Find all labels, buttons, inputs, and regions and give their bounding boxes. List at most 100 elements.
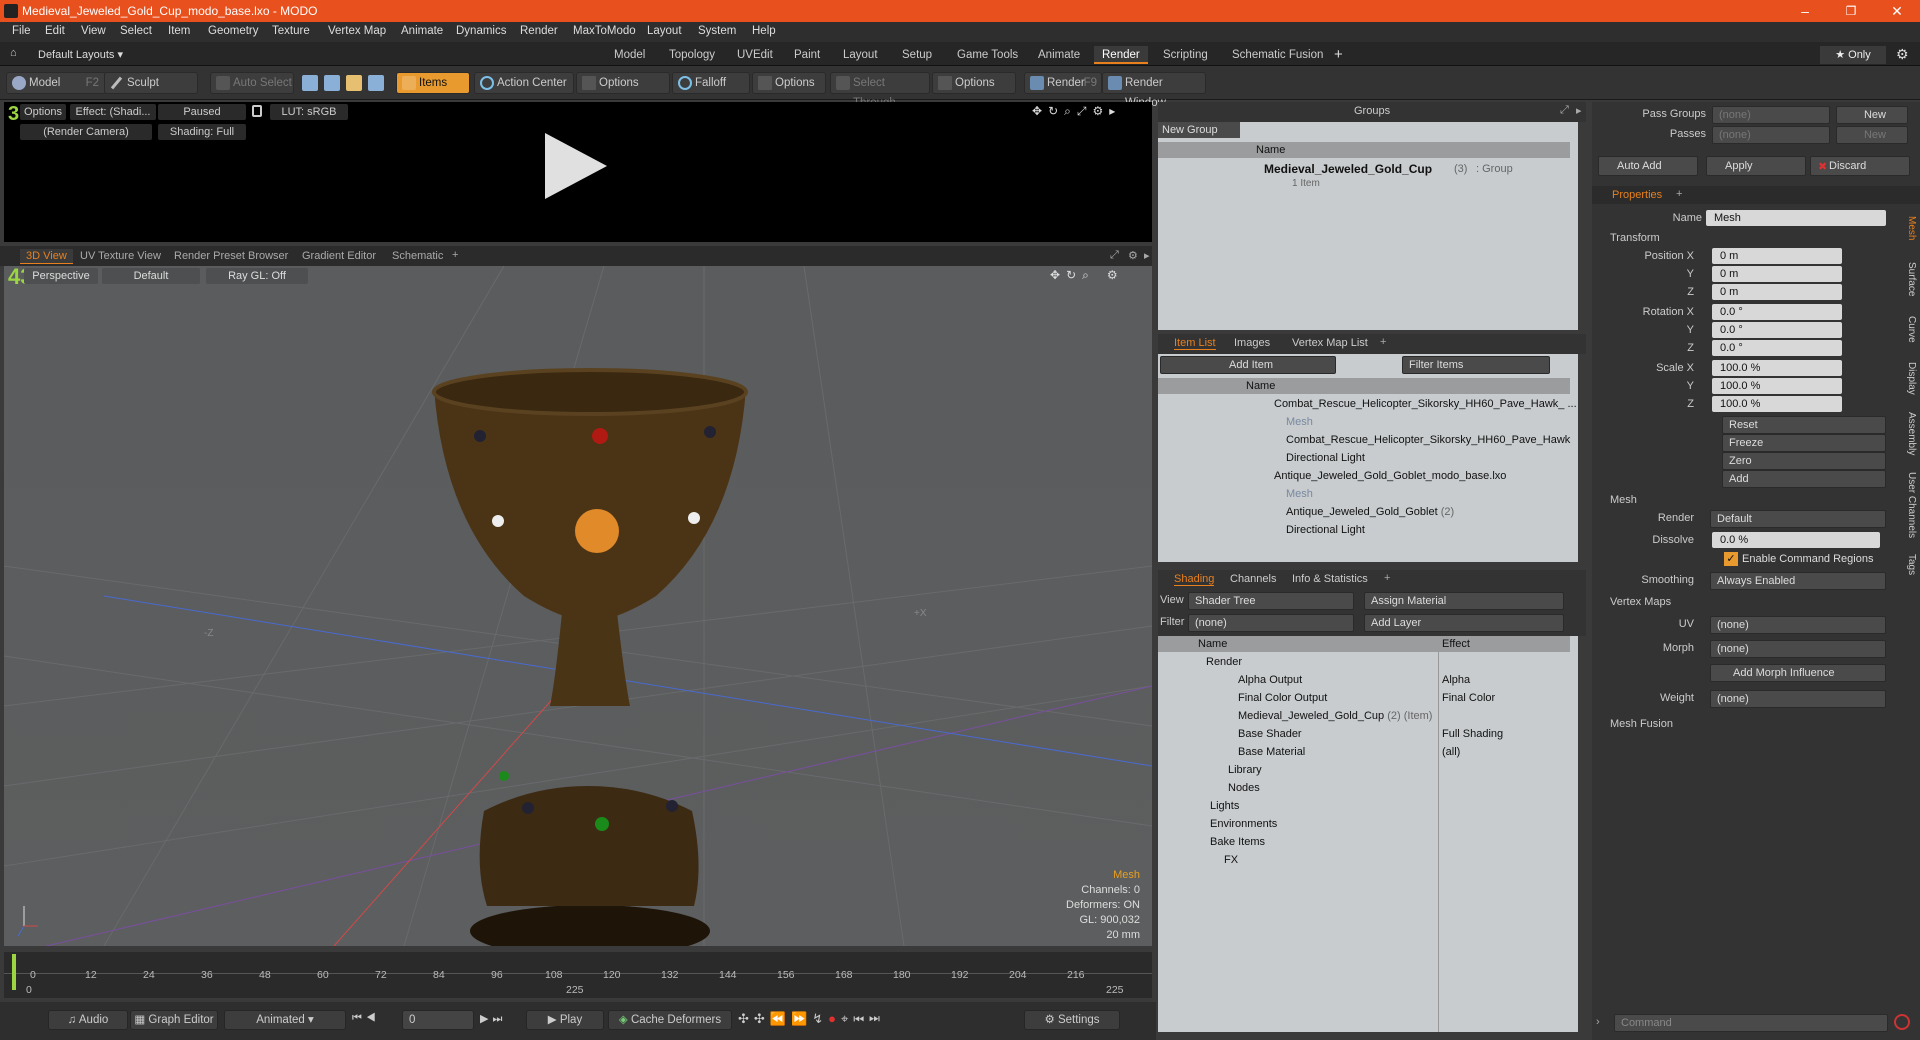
action-center-button[interactable]: Action Center bbox=[474, 72, 574, 94]
menu-dynamics[interactable]: Dynamics bbox=[456, 25, 506, 37]
auto-select-button[interactable]: Auto Select bbox=[210, 72, 294, 94]
item-row[interactable]: Antique_Jeweled_Gold_Goblet_modo_base.lx… bbox=[1274, 470, 1506, 482]
mesh-section[interactable]: Mesh bbox=[1610, 494, 1637, 506]
tab-gradient-editor[interactable]: Gradient Editor bbox=[296, 249, 382, 263]
layout-home-icon[interactable]: ⌂ bbox=[10, 47, 17, 59]
shader-row[interactable]: FX bbox=[1224, 854, 1238, 866]
falloff-button[interactable]: Falloff bbox=[672, 72, 750, 94]
scale-z-input[interactable]: 100.0 % bbox=[1712, 396, 1842, 412]
arrow-right-icon[interactable]: ▸ bbox=[1109, 104, 1121, 118]
record-icon[interactable]: ● bbox=[828, 1011, 841, 1026]
3d-viewport[interactable]: +X -Z 43 bbox=[4, 266, 1152, 946]
goblet-model[interactable] bbox=[432, 368, 748, 946]
menu-system[interactable]: System bbox=[698, 25, 736, 37]
gear-icon[interactable]: ⚙ bbox=[1107, 268, 1124, 282]
only-toggle[interactable]: ★ Only bbox=[1820, 46, 1886, 64]
menu-item[interactable]: Item bbox=[168, 25, 190, 37]
zoom-icon[interactable]: ⌕ bbox=[1082, 268, 1095, 282]
timeline-playhead[interactable] bbox=[12, 954, 16, 990]
add-tab-button[interactable]: + bbox=[1334, 46, 1343, 63]
raygl-dropdown[interactable]: Ray GL: Off bbox=[206, 268, 308, 284]
position-x-input[interactable]: 0 m bbox=[1712, 248, 1842, 264]
frame-input[interactable]: 0 bbox=[402, 1010, 474, 1030]
shader-effect[interactable]: (all) bbox=[1442, 746, 1460, 758]
item-row[interactable]: Directional Light bbox=[1286, 524, 1365, 536]
shader-row[interactable]: Environments bbox=[1210, 818, 1277, 830]
tab-images[interactable]: Images bbox=[1234, 337, 1270, 349]
expand-icon[interactable]: ⤢ bbox=[1110, 249, 1119, 262]
shader-effect[interactable]: Alpha bbox=[1442, 674, 1470, 686]
model-mode-button[interactable]: Model F2 bbox=[6, 72, 106, 94]
command-input[interactable]: Command bbox=[1614, 1014, 1888, 1032]
side-tab-assembly[interactable]: Assembly bbox=[1906, 412, 1917, 455]
next-end-icon[interactable]: ⏭ bbox=[869, 1011, 885, 1026]
mesh-fusion-section[interactable]: Mesh Fusion bbox=[1610, 718, 1673, 730]
gear-icon[interactable]: ⚙ bbox=[1092, 104, 1109, 118]
menu-texture[interactable]: Texture bbox=[272, 25, 310, 37]
add-tab-icon[interactable]: + bbox=[1384, 572, 1390, 584]
reset-dropdown[interactable]: Reset bbox=[1722, 416, 1886, 434]
shader-row[interactable]: Bake Items bbox=[1210, 836, 1265, 848]
select-through-button[interactable]: Select Through bbox=[830, 72, 930, 109]
tab-3d-view[interactable]: 3D View bbox=[20, 249, 73, 264]
lock-icon[interactable] bbox=[252, 105, 262, 117]
expand-icon[interactable]: ⤢ bbox=[1077, 104, 1093, 118]
maximize-button[interactable]: ❐ bbox=[1828, 0, 1874, 22]
perspective-dropdown[interactable]: Perspective bbox=[24, 268, 98, 284]
zoom-icon[interactable]: ⌕ bbox=[1064, 104, 1077, 118]
next-key-icon[interactable]: ⏩ bbox=[791, 1011, 812, 1026]
move-icon[interactable]: ✥ bbox=[1032, 104, 1048, 118]
prev-key-icon[interactable]: ⏪ bbox=[770, 1011, 791, 1026]
side-tab-surface[interactable]: Surface bbox=[1906, 262, 1917, 296]
materials-mode-icon[interactable] bbox=[368, 75, 384, 91]
item-row[interactable]: Antique_Jeweled_Gold_Goblet (2) bbox=[1286, 506, 1454, 518]
edges-mode-icon[interactable] bbox=[324, 75, 340, 91]
menu-edit[interactable]: Edit bbox=[45, 25, 65, 37]
side-tab-display[interactable]: Display bbox=[1906, 362, 1917, 395]
expand-icon[interactable]: ⤢ bbox=[1560, 104, 1569, 117]
scale-y-input[interactable]: 100.0 % bbox=[1712, 378, 1842, 394]
camera-dropdown[interactable]: (Render Camera) bbox=[20, 124, 152, 140]
transform-section[interactable]: Transform bbox=[1610, 232, 1660, 244]
add-layer-dropdown[interactable]: Add Layer bbox=[1364, 614, 1564, 632]
tab-model[interactable]: Model bbox=[606, 46, 653, 64]
weight-dropdown[interactable]: (none) bbox=[1710, 690, 1886, 708]
default-layouts-dropdown[interactable]: Default Layouts ▾ bbox=[38, 48, 123, 61]
tab-scripting[interactable]: Scripting bbox=[1155, 46, 1216, 64]
shader-row-render[interactable]: Render bbox=[1206, 656, 1242, 668]
uv-dropdown[interactable]: (none) bbox=[1710, 616, 1886, 634]
key-all-icon[interactable]: ✣ bbox=[754, 1011, 770, 1026]
gear-icon[interactable]: ⚙ bbox=[1128, 249, 1138, 262]
tab-paint[interactable]: Paint bbox=[786, 46, 828, 64]
move-icon[interactable]: ✥ bbox=[1050, 268, 1066, 282]
add-tab-icon[interactable]: + bbox=[1676, 188, 1682, 200]
minimize-button[interactable]: – bbox=[1782, 0, 1828, 22]
side-tab-mesh[interactable]: Mesh bbox=[1906, 216, 1917, 240]
render-button[interactable]: Render F9 bbox=[1024, 72, 1102, 94]
tab-channels[interactable]: Channels bbox=[1230, 573, 1276, 585]
shader-row[interactable]: Library bbox=[1228, 764, 1262, 776]
key-tool-icon[interactable]: ⌖ bbox=[841, 1011, 853, 1026]
render-dropdown[interactable]: Default bbox=[1710, 510, 1886, 528]
name-input[interactable]: Mesh bbox=[1706, 210, 1886, 226]
position-y-input[interactable]: 0 m bbox=[1712, 266, 1842, 282]
side-tab-user-channels[interactable]: User Channels bbox=[1906, 472, 1917, 538]
menu-maxtomodo[interactable]: MaxToModo bbox=[573, 25, 636, 37]
preview-options-button[interactable]: Options bbox=[20, 104, 66, 120]
menu-vertex-map[interactable]: Vertex Map bbox=[328, 25, 386, 37]
new-pass-button[interactable]: New bbox=[1836, 126, 1908, 144]
menu-animate[interactable]: Animate bbox=[401, 25, 443, 37]
menu-file[interactable]: File bbox=[12, 25, 31, 37]
prev-end-icon[interactable]: ⏮ bbox=[853, 1011, 869, 1026]
default-dropdown[interactable]: Default bbox=[102, 268, 200, 284]
tab-render-preset-browser[interactable]: Render Preset Browser bbox=[168, 249, 294, 263]
sculpt-button[interactable]: Sculpt bbox=[104, 72, 198, 94]
new-pass-group-button[interactable]: New bbox=[1836, 106, 1908, 124]
animated-dropdown[interactable]: Animated ▾ bbox=[224, 1010, 346, 1030]
shader-row[interactable]: Nodes bbox=[1228, 782, 1260, 794]
options-button-2[interactable]: Options bbox=[752, 72, 826, 94]
morph-dropdown[interactable]: (none) bbox=[1710, 640, 1886, 658]
side-tab-curve[interactable]: Curve bbox=[1906, 316, 1917, 343]
key-icon[interactable]: ✣ bbox=[738, 1011, 754, 1026]
graph-editor-button[interactable]: ▦ Graph Editor bbox=[130, 1010, 218, 1030]
